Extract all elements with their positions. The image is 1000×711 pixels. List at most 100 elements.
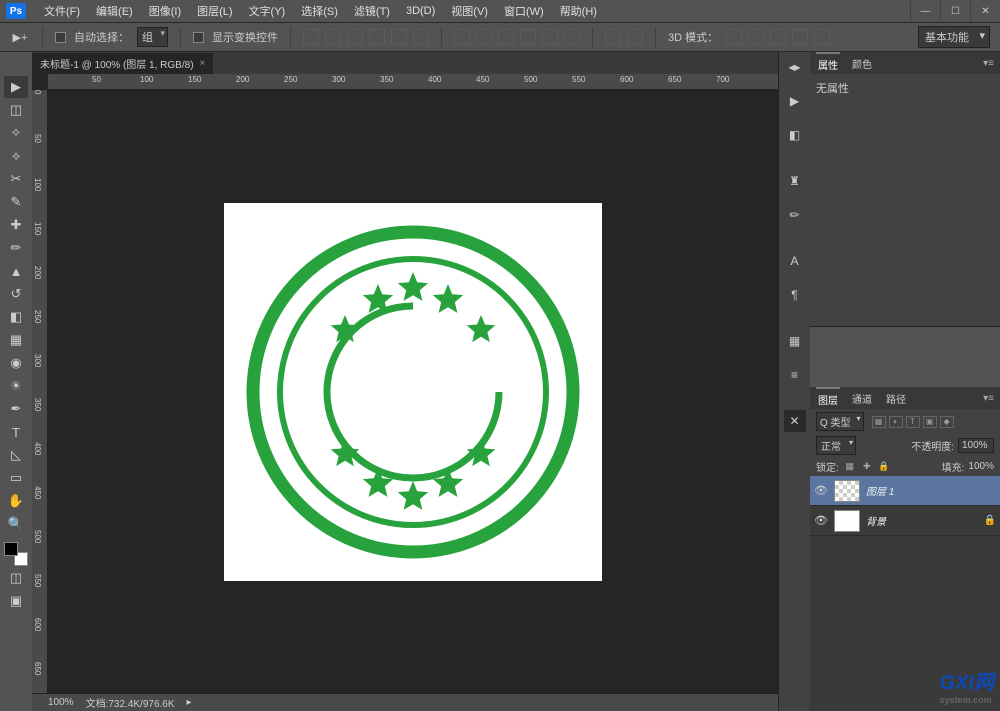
menu-filter[interactable]: 滤镜(T)	[346, 3, 398, 19]
healing-tool[interactable]: ✚	[4, 214, 28, 236]
lock-pixel-icon[interactable]: ▦	[843, 461, 857, 473]
filter-icon[interactable]: ▦	[872, 416, 886, 428]
blur-tool[interactable]: ◉	[4, 352, 28, 374]
layer-thumbnail[interactable]	[834, 480, 860, 502]
menu-view[interactable]: 视图(V)	[443, 3, 496, 19]
mode3d-icon[interactable]	[726, 29, 742, 45]
opacity-field[interactable]: 100%	[958, 438, 994, 453]
screenmode-tool[interactable]: ▣	[4, 590, 28, 612]
visibility-icon[interactable]: 👁	[814, 484, 828, 497]
mode3d-icon[interactable]	[770, 29, 786, 45]
close-button[interactable]: ✕	[970, 1, 1000, 21]
dodge-tool[interactable]: ☀	[4, 375, 28, 397]
lock-all-icon[interactable]: 🔒	[877, 461, 891, 473]
paths-tab[interactable]: 路径	[884, 388, 908, 409]
brush-preset-icon[interactable]: ✏	[784, 204, 806, 226]
layers-tab[interactable]: 图层	[816, 387, 840, 410]
menu-file[interactable]: 文件(F)	[36, 3, 88, 19]
extra-icon[interactable]	[627, 29, 643, 45]
auto-select-checkbox[interactable]	[55, 32, 66, 43]
distribute-icon[interactable]	[520, 29, 536, 45]
menu-3d[interactable]: 3D(D)	[398, 5, 443, 17]
kind-filter-dropdown[interactable]: Q 类型	[816, 412, 864, 431]
extra-icon[interactable]	[605, 29, 621, 45]
layer-row[interactable]: 👁 图层 1	[810, 476, 1000, 506]
color-tab[interactable]: 颜色	[850, 53, 874, 74]
brushes-icon[interactable]: ♜	[784, 170, 806, 192]
layer-thumbnail[interactable]	[834, 510, 860, 532]
eyedropper-tool[interactable]: ✎	[4, 191, 28, 213]
move-tool[interactable]: ▶	[4, 76, 28, 98]
path-tool[interactable]: ◺	[4, 444, 28, 466]
info-arrow-icon[interactable]: ▸	[187, 697, 192, 708]
paragraph-icon[interactable]: ¶	[784, 284, 806, 306]
fill-field[interactable]: 100%	[968, 461, 994, 472]
hand-tool[interactable]: ✋	[4, 490, 28, 512]
distribute-icon[interactable]	[564, 29, 580, 45]
lasso-tool[interactable]: ✧	[4, 122, 28, 144]
mode3d-icon[interactable]	[792, 29, 808, 45]
shape-tool[interactable]: ▭	[4, 467, 28, 489]
info-icon[interactable]: ≡	[784, 364, 806, 386]
auto-select-dropdown[interactable]: 组	[137, 27, 168, 47]
tool-preset-icon[interactable]: ✕	[784, 410, 806, 432]
filter-icon[interactable]: ◐	[889, 416, 903, 428]
align-icon[interactable]	[303, 29, 319, 45]
zoom-value[interactable]: 100%	[48, 697, 74, 708]
menu-image[interactable]: 图像(I)	[141, 3, 189, 19]
distribute-icon[interactable]	[498, 29, 514, 45]
align-icon[interactable]	[325, 29, 341, 45]
filter-icon[interactable]: ◆	[940, 416, 954, 428]
color-swatches[interactable]	[4, 542, 28, 566]
marquee-tool[interactable]: ◫	[4, 99, 28, 121]
visibility-icon[interactable]: 👁	[814, 514, 828, 527]
channels-tab[interactable]: 通道	[850, 388, 874, 409]
eraser-tool[interactable]: ◧	[4, 306, 28, 328]
layer-row[interactable]: 👁背景🔒	[810, 506, 1000, 536]
mode3d-icon[interactable]	[814, 29, 830, 45]
filter-icon[interactable]: T	[906, 416, 920, 428]
layer-name[interactable]: 背景	[866, 513, 886, 528]
canvas[interactable]	[224, 203, 602, 581]
properties-tab[interactable]: 属性	[816, 52, 840, 75]
distribute-icon[interactable]	[476, 29, 492, 45]
menu-edit[interactable]: 编辑(E)	[88, 3, 141, 19]
menu-select[interactable]: 选择(S)	[293, 3, 346, 19]
document-tab[interactable]: 未标题-1 @ 100% (图层 1, RGB/8) ×	[32, 53, 213, 74]
minimize-button[interactable]: —	[910, 1, 940, 21]
menu-type[interactable]: 文字(Y)	[241, 3, 294, 19]
layer-name[interactable]: 图层 1	[866, 483, 894, 498]
dock-handle-icon[interactable]: ◂▸	[784, 56, 806, 78]
history-brush-tool[interactable]: ↺	[4, 283, 28, 305]
show-transform-checkbox[interactable]	[193, 32, 204, 43]
filter-icon[interactable]: ▣	[923, 416, 937, 428]
crop-tool[interactable]: ✂	[4, 168, 28, 190]
align-icon[interactable]	[369, 29, 385, 45]
swatches-icon[interactable]: ◧	[784, 124, 806, 146]
brush-tool[interactable]: ✏	[4, 237, 28, 259]
panel-menu-icon[interactable]: ▾≡	[983, 58, 994, 69]
history-icon[interactable]: ▶	[784, 90, 806, 112]
menu-window[interactable]: 窗口(W)	[496, 3, 552, 19]
tab-close-icon[interactable]: ×	[200, 58, 206, 69]
maximize-button[interactable]: ☐	[940, 1, 970, 21]
menu-help[interactable]: 帮助(H)	[552, 3, 605, 19]
character-icon[interactable]: A	[784, 250, 806, 272]
align-icon[interactable]	[347, 29, 363, 45]
zoom-tool[interactable]: 🔍	[4, 513, 28, 535]
gradient-tool[interactable]: ▦	[4, 329, 28, 351]
stamp-tool[interactable]: ▲	[4, 260, 28, 282]
lock-position-icon[interactable]: ✚	[860, 461, 874, 473]
type-tool[interactable]: T	[4, 421, 28, 443]
pen-tool[interactable]: ✒	[4, 398, 28, 420]
workspace-dropdown[interactable]: 基本功能	[918, 26, 990, 48]
foreground-color[interactable]	[4, 542, 18, 556]
menu-layer[interactable]: 图层(L)	[189, 3, 240, 19]
panel-menu-icon[interactable]: ▾≡	[983, 393, 994, 404]
align-icon[interactable]	[391, 29, 407, 45]
blend-mode-dropdown[interactable]: 正常	[816, 436, 856, 455]
quickmask-tool[interactable]: ◫	[4, 567, 28, 589]
wand-tool[interactable]: ⟡	[4, 145, 28, 167]
distribute-icon[interactable]	[542, 29, 558, 45]
nav-icon[interactable]: ▦	[784, 330, 806, 352]
